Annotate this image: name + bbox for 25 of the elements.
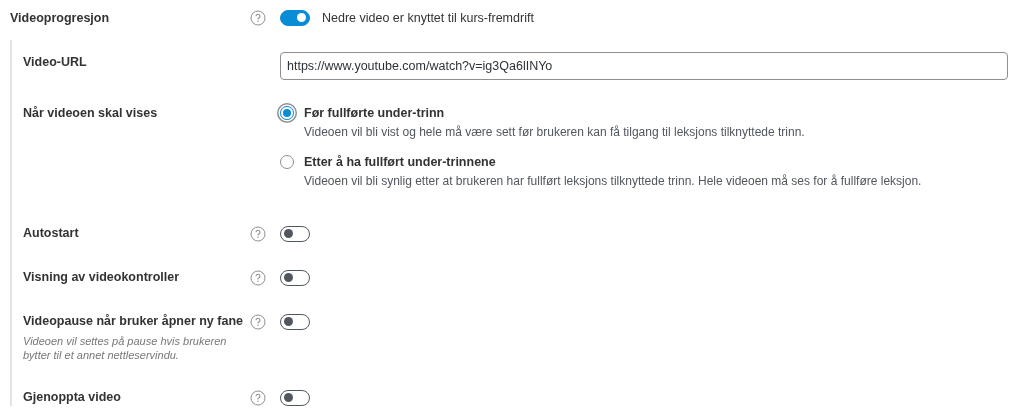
help-icon[interactable] (250, 226, 266, 242)
radio-button[interactable] (280, 106, 294, 120)
toggle-switch[interactable] (280, 10, 310, 26)
setting-label: Visning av videokontroller (23, 270, 181, 284)
toggle-switch[interactable] (280, 226, 310, 242)
url-input[interactable]: https://www.youtube.com/watch?v=ig3Qa6lINYo (280, 52, 1008, 80)
help-icon[interactable] (250, 314, 266, 330)
option-title: Før fullførte under-trinn (304, 106, 446, 120)
setting-hint: Videoen vil settes på pause hvis brukeren bytter til et annet nettleservindu. (23, 334, 228, 362)
setting-label: Gjenoppta video (23, 390, 122, 404)
help-icon[interactable] (250, 390, 266, 406)
toggle-switch[interactable] (280, 390, 310, 406)
option-title: Etter å ha fullført under-trinnene (304, 155, 497, 169)
toggle-switch[interactable] (280, 270, 310, 286)
setting-label: Video-URL (23, 54, 88, 69)
option-description: Videoen vil bli synlig etter at brukeren har fullført leksjons tilknyttede trinn. Hele videoen må ses for å fullføre leksjon. (304, 174, 922, 188)
setting-label: Videoprogresjon (10, 11, 111, 25)
option-description: Videoen vil bli vist og hele må være sett før brukeren kan få tilgang til leksjons tilknyttede trinn. (304, 125, 805, 139)
toggle-caption: Nedre video er knyttet til kurs-fremdrift (322, 11, 534, 25)
setting-label: Når videoen skal vises (23, 106, 159, 120)
help-icon[interactable] (250, 10, 266, 26)
help-icon[interactable] (250, 270, 266, 286)
setting-label: Autostart (23, 226, 80, 240)
setting-label: Videopause når bruker åpner ny fane (23, 314, 244, 328)
toggle-switch[interactable] (280, 314, 310, 330)
